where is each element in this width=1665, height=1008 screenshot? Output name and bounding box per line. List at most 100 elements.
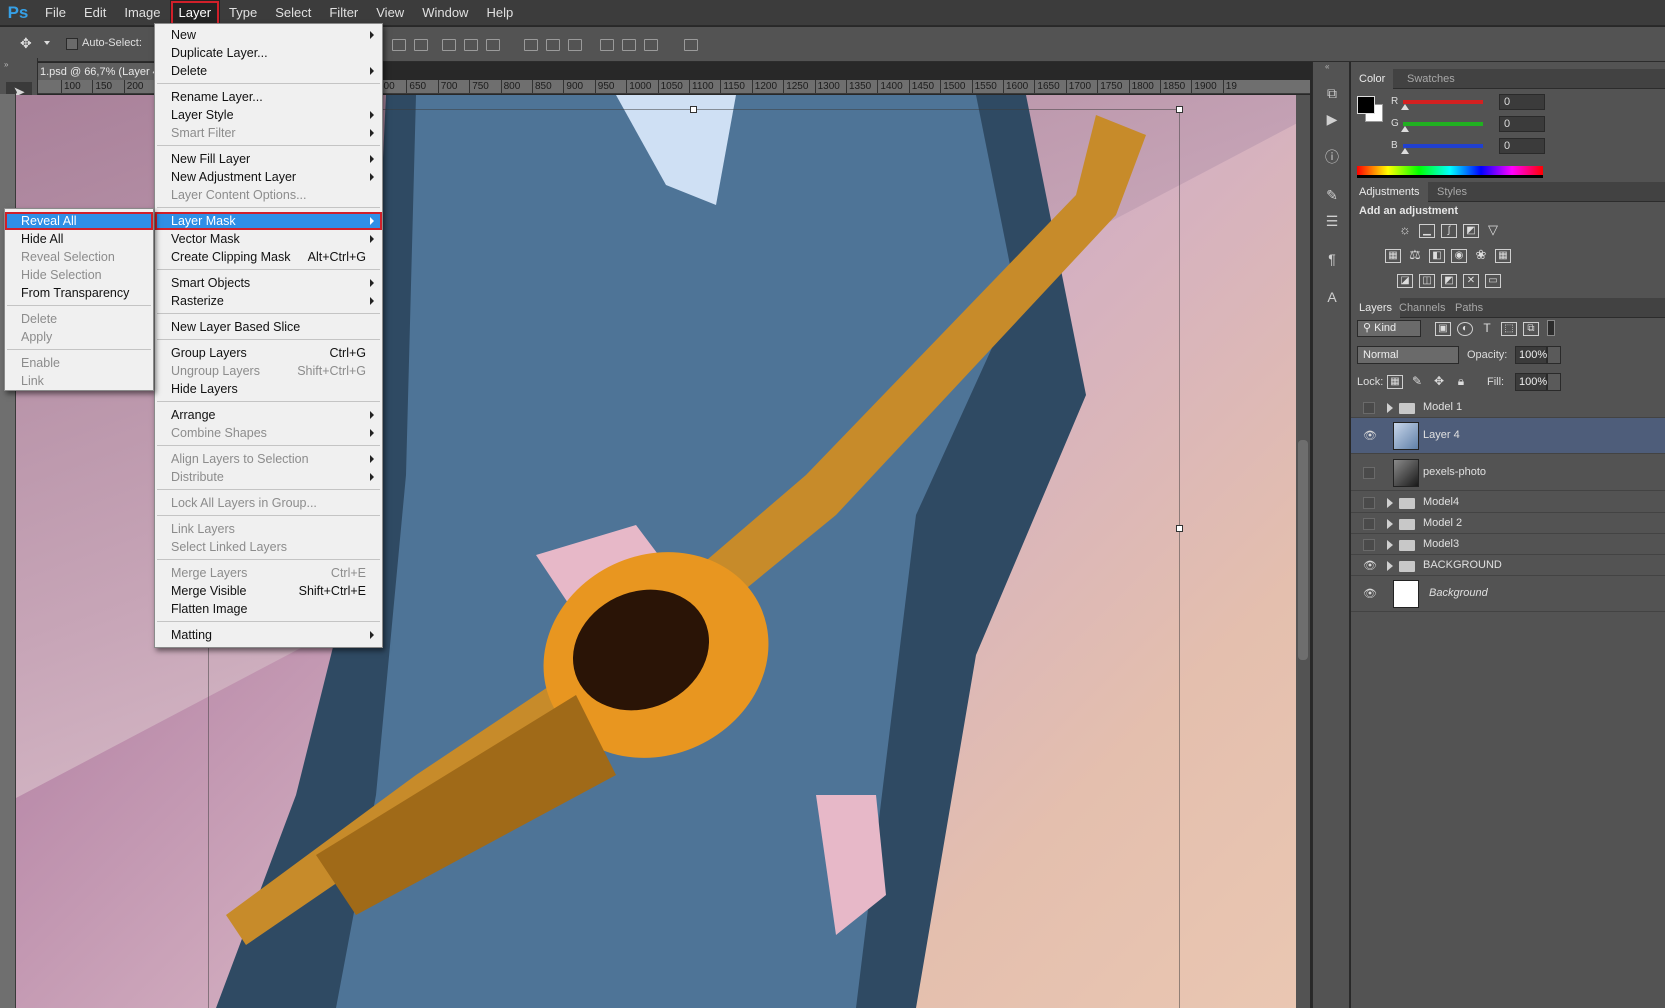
menu-item-new-layer-based-slice[interactable]: New Layer Based Slice <box>155 318 382 336</box>
menu-item-merge-visible[interactable]: Merge Visible Shift+Ctrl+E <box>155 582 382 600</box>
expand-arrow-icon[interactable] <box>1387 561 1393 571</box>
invert-icon[interactable]: ◪ <box>1397 274 1413 288</box>
collapse-icon[interactable]: « <box>1325 62 1329 71</box>
channel-value-input[interactable]: 0 <box>1499 94 1545 110</box>
slider-handle-icon[interactable] <box>1401 148 1409 154</box>
align-icon[interactable] <box>414 39 428 51</box>
distribute-icon[interactable] <box>622 39 636 51</box>
menu-item-group-layers[interactable]: Group Layers Ctrl+G <box>155 344 382 362</box>
distribute-icon[interactable] <box>600 39 614 51</box>
distribute-icon[interactable] <box>546 39 560 51</box>
foreground-color-swatch[interactable] <box>1357 96 1375 114</box>
blend-mode-select[interactable]: Normal <box>1357 346 1459 364</box>
distribute-icon[interactable] <box>524 39 538 51</box>
channel-slider[interactable] <box>1403 122 1483 126</box>
color-balance-icon[interactable]: ⚖ <box>1407 248 1423 263</box>
eye-icon[interactable]: 👁︎ <box>1363 429 1377 442</box>
filter-shape-icon[interactable]: ⬚ <box>1501 322 1517 336</box>
tab-styles[interactable]: Styles <box>1429 182 1475 202</box>
menu-image[interactable]: Image <box>115 0 169 26</box>
lock-brush-icon[interactable]: ✎ <box>1409 375 1425 389</box>
curves-icon[interactable]: ∫ <box>1441 224 1457 238</box>
gradient-map-icon[interactable]: ✕ <box>1463 274 1479 288</box>
paragraph-icon[interactable]: ¶ <box>1323 250 1341 268</box>
layer-row[interactable]: 👁︎ Background <box>1351 576 1665 612</box>
menu-item-flatten-image[interactable]: Flatten Image <box>155 600 382 618</box>
visibility-toggle[interactable] <box>1363 497 1375 509</box>
move-tool-icon[interactable]: ✥ <box>20 35 42 53</box>
layer-row[interactable]: Model 1 <box>1351 397 1665 418</box>
menu-select[interactable]: Select <box>266 0 320 26</box>
transform-handle[interactable] <box>690 106 697 113</box>
transform-handle[interactable] <box>1176 106 1183 113</box>
menu-item-new[interactable]: New <box>155 26 382 44</box>
menu-item-create-clipping-mask[interactable]: Create Clipping Mask Alt+Ctrl+G <box>155 248 382 266</box>
menu-layer[interactable]: Layer <box>169 0 221 26</box>
channel-slider[interactable] <box>1403 144 1483 148</box>
eye-icon[interactable]: 👁︎ <box>1363 559 1377 572</box>
menu-file[interactable]: File <box>36 0 75 26</box>
channel-value-input[interactable]: 0 <box>1499 116 1545 132</box>
black-white-icon[interactable]: ◧ <box>1429 249 1445 263</box>
chevron-down-icon[interactable] <box>44 41 50 45</box>
properties-icon[interactable]: ☰ <box>1323 212 1341 230</box>
filter-pixel-icon[interactable]: ▣ <box>1435 322 1451 336</box>
filter-smart-object-icon[interactable]: ⧉ <box>1523 322 1539 336</box>
visibility-toggle[interactable] <box>1363 467 1375 479</box>
menu-type[interactable]: Type <box>220 0 266 26</box>
lock-position-icon[interactable]: ✥ <box>1431 375 1447 389</box>
menu-item-vector-mask[interactable]: Vector Mask <box>155 230 382 248</box>
channel-mixer-icon[interactable]: ❀ <box>1473 248 1489 263</box>
expand-arrow-icon[interactable] <box>1387 498 1393 508</box>
actions-play-icon[interactable]: ▶ <box>1323 110 1341 128</box>
color-lookup-icon[interactable]: ▦ <box>1495 249 1511 263</box>
align-icon[interactable] <box>464 39 478 51</box>
layer-row[interactable]: pexels-photo <box>1351 455 1665 491</box>
distribute-icon[interactable] <box>644 39 658 51</box>
filter-adjustment-icon[interactable]: ◐ <box>1457 322 1473 336</box>
menu-item-matting[interactable]: Matting <box>155 626 382 644</box>
tab-swatches[interactable]: Swatches <box>1399 69 1463 89</box>
visibility-toggle[interactable] <box>1363 518 1375 530</box>
transform-handle[interactable] <box>1176 525 1183 532</box>
tab-color[interactable]: Color <box>1351 69 1394 89</box>
expand-arrow-icon[interactable] <box>1387 519 1393 529</box>
color-spectrum-ramp[interactable] <box>1357 166 1543 178</box>
opacity-input[interactable]: 100% <box>1515 346 1547 364</box>
selective-color-icon[interactable]: ▭ <box>1485 274 1501 288</box>
menu-item-arrange[interactable]: Arrange <box>155 406 382 424</box>
slider-handle-icon[interactable] <box>1401 126 1409 132</box>
menu-item-from-transparency[interactable]: From Transparency <box>5 284 153 302</box>
history-icon[interactable]: ⧉ <box>1323 84 1341 102</box>
photo-filter-icon[interactable]: ◉ <box>1451 249 1467 263</box>
threshold-icon[interactable]: ◩ <box>1441 274 1457 288</box>
menu-item-rasterize[interactable]: Rasterize <box>155 292 382 310</box>
scrollbar-thumb[interactable] <box>1298 440 1308 660</box>
expand-arrow-icon[interactable] <box>1387 403 1393 413</box>
distribute-icon[interactable] <box>568 39 582 51</box>
tab-adjustments[interactable]: Adjustments <box>1351 182 1428 202</box>
vibrance-icon[interactable]: ▽ <box>1485 223 1501 238</box>
brightness-icon[interactable]: ☼ <box>1397 223 1413 238</box>
filter-kind-select[interactable]: ⚲ Kind <box>1357 320 1421 337</box>
menu-item-layer-style[interactable]: Layer Style <box>155 106 382 124</box>
menu-edit[interactable]: Edit <box>75 0 115 26</box>
menu-filter[interactable]: Filter <box>320 0 367 26</box>
channel-value-input[interactable]: 0 <box>1499 138 1545 154</box>
menu-item-reveal-all[interactable]: Reveal All <box>5 212 153 230</box>
filter-toggle[interactable] <box>1547 320 1555 336</box>
fill-dropdown[interactable] <box>1547 373 1561 391</box>
menu-help[interactable]: Help <box>477 0 522 26</box>
layer-row[interactable]: 👁︎ Layer 4 <box>1351 418 1665 454</box>
menu-item-hide-all[interactable]: Hide All <box>5 230 153 248</box>
brush-presets-icon[interactable]: ✎ <box>1323 186 1341 204</box>
menu-item-new-fill-layer[interactable]: New Fill Layer <box>155 150 382 168</box>
menu-item-rename-layer[interactable]: Rename Layer... <box>155 88 382 106</box>
auto-select-checkbox[interactable] <box>66 38 78 50</box>
lock-all-icon[interactable]: 🔒︎ <box>1453 375 1469 389</box>
posterize-icon[interactable]: ◫ <box>1419 274 1435 288</box>
layer-row[interactable]: Model 2 <box>1351 513 1665 534</box>
slider-handle-icon[interactable] <box>1401 104 1409 110</box>
align-icon[interactable] <box>486 39 500 51</box>
channel-slider[interactable] <box>1403 100 1483 104</box>
